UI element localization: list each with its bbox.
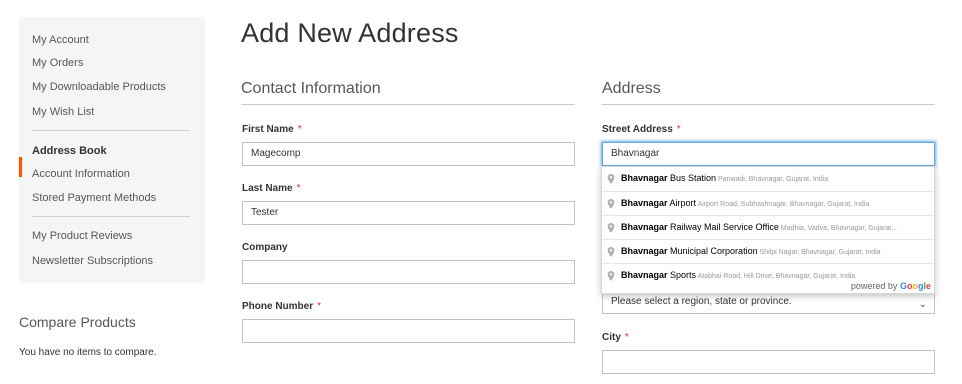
map-pin-icon xyxy=(607,223,615,233)
map-pin-icon xyxy=(607,247,615,257)
street-address-label: Street Address * xyxy=(602,124,681,135)
autocomplete-suggestion[interactable]: Bhavnagar Bus Station Panwadi, Bhavnagar… xyxy=(602,167,934,191)
suggestion-main-text: Municipal Corporation xyxy=(667,246,758,256)
sidebar-item-my-orders[interactable]: My Orders xyxy=(32,56,83,70)
sidebar-divider xyxy=(32,130,190,131)
google-logo-letter: G xyxy=(899,281,907,291)
required-marker: * xyxy=(317,301,322,312)
suggestion-secondary-text: Shilpi Nagar, Bhavnagar, Gujarat, India xyxy=(759,249,881,256)
required-marker: * xyxy=(624,332,629,343)
city-label-text: City xyxy=(602,332,621,343)
city-input[interactable] xyxy=(602,350,935,374)
suggestion-text: Bhavnagar Municipal Corporation Shilpi N… xyxy=(621,240,881,263)
suggestion-secondary-text: Atabhai Road, Hill Drive, Bhavnagar, Guj… xyxy=(697,273,856,280)
suggestion-text: Bhavnagar Sports Atabhai Road, Hill Driv… xyxy=(621,264,855,287)
street-address-input[interactable]: Bhavnagar xyxy=(602,142,935,166)
chevron-down-icon: ⌄ xyxy=(918,299,927,310)
compare-empty-text: You have no items to compare. xyxy=(19,347,157,358)
powered-by-text: powered by xyxy=(850,281,898,291)
map-pin-icon xyxy=(607,271,615,281)
sidebar-divider xyxy=(32,216,190,217)
street-address-label-text: Street Address xyxy=(602,124,673,135)
first-name-label-text: First Name xyxy=(242,124,294,135)
suggestion-match: Bhavnagar xyxy=(621,246,668,256)
sidebar-item-account-information[interactable]: Account Information xyxy=(32,167,130,181)
last-name-label: Last Name * xyxy=(242,183,300,194)
autocomplete-suggestion[interactable]: Bhavnagar Municipal Corporation Shilpi N… xyxy=(602,239,934,263)
address-title: Address xyxy=(602,80,661,97)
last-name-label-text: Last Name xyxy=(242,183,293,194)
phone-number-label: Phone Number * xyxy=(242,301,321,312)
current-item-indicator xyxy=(19,157,22,177)
account-sidebar: My Account My Orders My Downloadable Pro… xyxy=(19,17,205,283)
phone-number-input[interactable] xyxy=(242,319,575,343)
contact-information-title: Contact Information xyxy=(241,80,381,97)
page-title: Add New Address xyxy=(241,18,459,48)
phone-number-label-text: Phone Number xyxy=(242,301,314,312)
sidebar-item-my-account[interactable]: My Account xyxy=(32,33,89,47)
suggestion-main-text: Sports xyxy=(667,270,697,280)
suggestion-secondary-text: Airport Road, Subhashnagar, Bhavnagar, G… xyxy=(697,201,870,208)
compare-products-title: Compare Products xyxy=(19,314,136,330)
map-pin-icon xyxy=(607,174,615,184)
suggestion-secondary-text: Panwadi, Bhavnagar, Gujarat, India xyxy=(718,176,829,183)
first-name-input[interactable]: Magecomp xyxy=(242,142,575,166)
sidebar-item-downloadable-products[interactable]: My Downloadable Products xyxy=(32,80,166,94)
last-name-input[interactable]: Tester xyxy=(242,201,575,225)
suggestion-match: Bhavnagar xyxy=(621,173,668,183)
google-logo: Google xyxy=(900,281,931,291)
suggestion-match: Bhavnagar xyxy=(621,222,668,232)
sidebar-item-stored-payment-methods[interactable]: Stored Payment Methods xyxy=(32,191,156,205)
suggestion-text: Bhavnagar Bus Station Panwadi, Bhavnagar… xyxy=(621,167,828,191)
sidebar-item-address-book: Address Book xyxy=(32,145,107,157)
section-divider xyxy=(602,104,935,105)
map-pin-icon xyxy=(607,199,615,209)
suggestion-main-text: Bus Station xyxy=(667,173,717,183)
suggestion-match: Bhavnagar xyxy=(621,270,668,280)
suggestion-secondary-text: Madhia, Vadva, Bhavnagar, Gujarat... xyxy=(780,225,898,232)
suggestion-text: Bhavnagar Airport Airport Road, Subhashn… xyxy=(621,192,869,215)
section-divider xyxy=(241,104,575,105)
suggestion-main-text: Railway Mail Service Office xyxy=(667,222,779,232)
company-input[interactable] xyxy=(242,260,575,284)
suggestion-match: Bhavnagar xyxy=(621,198,668,208)
autocomplete-suggestion[interactable]: Bhavnagar Railway Mail Service Office Ma… xyxy=(602,215,934,239)
address-autocomplete-dropdown: Bhavnagar Bus Station Panwadi, Bhavnagar… xyxy=(601,166,935,294)
powered-by-google: powered by Google xyxy=(851,281,931,291)
required-marker: * xyxy=(297,124,302,135)
sidebar-item-wish-list[interactable]: My Wish List xyxy=(32,105,94,119)
sidebar-item-newsletter-subscriptions[interactable]: Newsletter Subscriptions xyxy=(32,254,153,268)
autocomplete-suggestion[interactable]: Bhavnagar Airport Airport Road, Subhashn… xyxy=(602,191,934,215)
suggestion-text: Bhavnagar Railway Mail Service Office Ma… xyxy=(621,216,897,239)
google-logo-letter: e xyxy=(925,281,931,291)
sidebar-item-product-reviews[interactable]: My Product Reviews xyxy=(32,229,132,243)
city-label: City * xyxy=(602,332,629,343)
first-name-label: First Name * xyxy=(242,124,302,135)
suggestion-main-text: Airport xyxy=(667,198,697,208)
region-select-placeholder: Please select a region, state or provinc… xyxy=(611,296,792,307)
company-label: Company xyxy=(242,242,288,253)
required-marker: * xyxy=(676,124,681,135)
required-marker: * xyxy=(296,183,301,194)
